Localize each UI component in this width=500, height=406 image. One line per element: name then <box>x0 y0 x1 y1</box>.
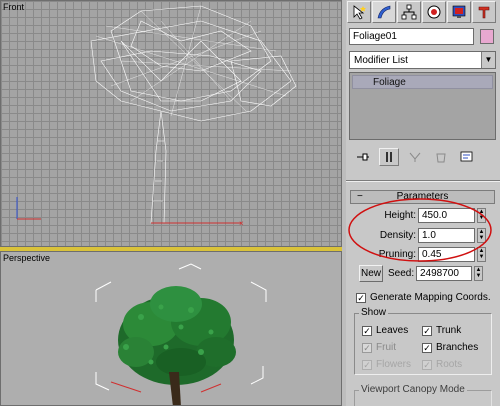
branches-checkbox[interactable]: ✓ <box>422 342 432 353</box>
foliage-shaded-tree <box>95 263 267 405</box>
front-viewport[interactable]: Front × <box>0 0 342 247</box>
height-field[interactable] <box>418 208 475 223</box>
pruning-field[interactable] <box>418 247 475 262</box>
pruning-label: Pruning: <box>378 249 416 260</box>
utilities-tab-icon[interactable] <box>472 1 496 23</box>
seed-label: Seed: <box>388 268 415 279</box>
gen-mapping-checkbox-row[interactable]: ✓ Generate Mapping Coords. <box>356 292 491 303</box>
flowers-checkbox-row[interactable]: ✓ Flowers <box>362 359 411 370</box>
roots-label: Roots <box>436 359 463 370</box>
pin-stack-icon[interactable] <box>353 148 373 166</box>
fruit-checkbox-row[interactable]: ✓ Fruit <box>362 342 396 353</box>
make-unique-icon[interactable] <box>405 148 425 166</box>
modifier-stack[interactable]: Foliage <box>349 72 496 140</box>
object-color-swatch[interactable] <box>480 29 494 44</box>
motion-tab-icon[interactable] <box>422 1 446 23</box>
collapse-icon: − <box>357 191 363 202</box>
seed-field[interactable] <box>416 266 472 281</box>
show-end-result-icon[interactable] <box>379 148 399 166</box>
modify-tab-icon[interactable] <box>372 1 396 23</box>
modifier-list-dropdown[interactable]: Modifier List ▼ <box>349 51 496 69</box>
branches-label: Branches <box>436 342 479 353</box>
svg-text:×: × <box>239 219 244 228</box>
trunk-label: Trunk <box>436 325 462 336</box>
density-field[interactable] <box>418 228 475 243</box>
command-panel-tabs <box>347 1 499 25</box>
canopy-group: Viewport Canopy Mode <box>354 384 492 406</box>
trunk-checkbox[interactable]: ✓ <box>422 325 432 336</box>
fruit-label: Fruit <box>376 342 396 353</box>
foliage-wireframe: × <box>16 5 297 228</box>
leaves-label: Leaves <box>376 325 409 336</box>
branches-checkbox-row[interactable]: ✓ Branches <box>422 342 478 353</box>
height-label: Height: <box>384 210 416 221</box>
stack-item-foliage[interactable]: Foliage <box>352 75 493 89</box>
create-tab-icon[interactable] <box>347 1 371 23</box>
gen-mapping-label: Generate Mapping Coords. <box>370 292 491 303</box>
pruning-spinner[interactable]: ▲ ▼ <box>477 247 486 262</box>
density-label: Density: <box>379 230 416 241</box>
flowers-label: Flowers <box>376 359 412 370</box>
parameters-rollout-title: Parameters <box>396 191 449 202</box>
gen-mapping-checkbox[interactable]: ✓ <box>356 292 366 303</box>
object-name-field[interactable]: Foliage01 <box>349 28 474 45</box>
flowers-checkbox[interactable]: ✓ <box>362 359 372 370</box>
leaves-checkbox[interactable]: ✓ <box>362 325 372 336</box>
modifier-list-label: Modifier List <box>354 55 408 66</box>
new-seed-button[interactable]: New <box>359 265 383 282</box>
panel-separator <box>346 180 500 182</box>
roots-checkbox[interactable]: ✓ <box>422 359 432 370</box>
hierarchy-tab-icon[interactable] <box>397 1 421 23</box>
trunk-checkbox-row[interactable]: ✓ Trunk <box>422 325 461 336</box>
seed-spinner[interactable]: ▲ ▼ <box>474 266 483 281</box>
remove-modifier-icon[interactable] <box>431 148 451 166</box>
parameters-rollout-header[interactable]: − Parameters <box>350 190 495 204</box>
density-spinner[interactable]: ▲ ▼ <box>477 228 486 243</box>
roots-checkbox-row[interactable]: ✓ Roots <box>422 359 462 370</box>
command-panel: Foliage01 Modifier List ▼ Foliage − Para… <box>346 0 500 406</box>
height-spinner[interactable]: ▲ ▼ <box>477 208 486 223</box>
leaves-checkbox-row[interactable]: ✓ Leaves <box>362 325 408 336</box>
pruning-row: Pruning: ▲▼ <box>350 247 496 263</box>
show-group-title: Show <box>359 307 389 318</box>
height-row: Height: ▲▼ <box>350 208 496 224</box>
chevron-down-icon[interactable]: ▼ <box>481 52 495 68</box>
fruit-checkbox[interactable]: ✓ <box>362 342 372 353</box>
display-tab-icon[interactable] <box>447 1 471 23</box>
canopy-group-title: Viewport Canopy Mode <box>359 384 467 395</box>
stack-toolbar <box>349 146 496 168</box>
perspective-viewport[interactable]: Perspective <box>0 251 342 406</box>
density-row: Density: ▲▼ <box>350 228 496 244</box>
configure-modifier-sets-icon[interactable] <box>457 148 477 166</box>
